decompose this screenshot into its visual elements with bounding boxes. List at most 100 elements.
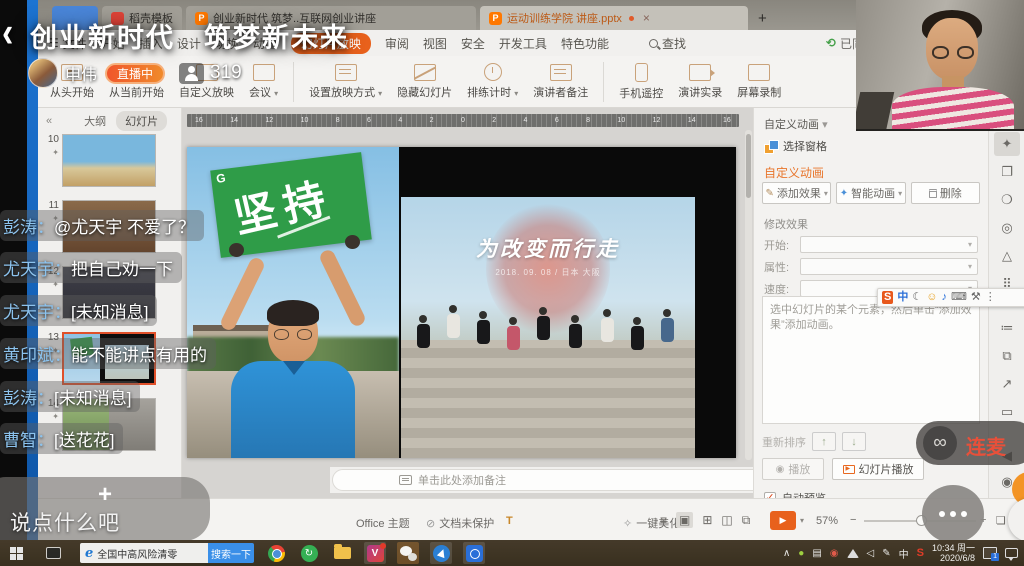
properties-icon[interactable]: ≔: [994, 316, 1020, 340]
animation-star-icon: ✦: [42, 412, 59, 421]
setup-show-button[interactable]: 设置放映方式 ▾: [305, 62, 386, 102]
search-go-button[interactable]: 搜索一下: [208, 543, 254, 563]
selection-pane-button[interactable]: 选择窗格: [764, 138, 827, 154]
green-app-icon[interactable]: ↻: [298, 542, 320, 564]
wifi-icon[interactable]: [847, 549, 859, 558]
start-row: 开始: ▾: [764, 236, 978, 253]
slide-thumbnail-10[interactable]: [62, 134, 156, 187]
chat-message[interactable]: 彭涛：[未知消息]: [0, 381, 140, 412]
share-icon[interactable]: ↗: [994, 372, 1020, 396]
outline-tab[interactable]: 大纲: [84, 113, 106, 129]
display-tray-icon[interactable]: ▤: [812, 548, 821, 559]
modify-effect-label: 修改效果: [764, 216, 808, 232]
animation-star-icon: ✦: [42, 148, 59, 157]
meeting-button[interactable]: 会议 ▾: [245, 62, 282, 102]
task-view-button[interactable]: [46, 547, 61, 559]
notification-count-icon[interactable]: 1: [983, 547, 997, 559]
tab-special-features[interactable]: 特色功能: [561, 35, 609, 52]
presenter-view-icon[interactable]: ⧉: [742, 513, 751, 528]
panel-title-dropdown[interactable]: 自定义动画 ▾: [764, 116, 828, 132]
tab-security[interactable]: 安全: [461, 35, 485, 52]
add-effect-button[interactable]: ✎添加效果▾: [762, 182, 831, 204]
close-tab-icon[interactable]: ×: [643, 11, 650, 25]
toolbox-icon: ⚒: [971, 292, 981, 303]
find-button[interactable]: 查找: [649, 35, 686, 52]
reading-view-icon[interactable]: ◫: [721, 513, 732, 527]
hidden-slide-icon: [414, 64, 436, 81]
chevron-down-icon[interactable]: ▾: [800, 516, 804, 525]
volume-icon[interactable]: ◁: [867, 548, 875, 559]
blue-app-icon[interactable]: [430, 542, 452, 564]
fit-window-icon[interactable]: ❏: [996, 514, 1006, 527]
horizontal-ruler[interactable]: 1614121086420246810121416: [187, 114, 739, 127]
layers-icon[interactable]: ⧉: [994, 344, 1020, 368]
move-down-button[interactable]: ↓: [842, 432, 866, 451]
office-theme-status[interactable]: Office 主题: [356, 515, 410, 531]
smart-animation-button[interactable]: ✦智能动画▾: [836, 182, 905, 204]
slide-canvas[interactable]: G 坚持: [187, 147, 736, 458]
collapse-panel-button[interactable]: «: [46, 115, 52, 127]
taskbar-search[interactable]: e 全国中高风险清零 搜索一下: [80, 543, 254, 563]
ime-mode-icon[interactable]: 中: [899, 546, 909, 561]
delete-effect-button[interactable]: 删除: [911, 182, 980, 204]
property-select[interactable]: ▾: [800, 258, 978, 275]
slides-tab[interactable]: 幻灯片: [116, 111, 167, 131]
wechat-icon[interactable]: [397, 542, 419, 564]
rehearse-timing-button[interactable]: 排练计时 ▾: [463, 61, 522, 102]
tab-doc2-active[interactable]: P 运动训练学院 讲座.pptx ×: [480, 6, 748, 30]
chat-message[interactable]: 曹智：[送花花]: [0, 423, 123, 454]
more-options-button[interactable]: [922, 485, 984, 543]
ink-icon[interactable]: △: [994, 244, 1020, 268]
slideshow-play-button[interactable]: 幻灯片播放: [832, 458, 924, 480]
speaker-notes-button[interactable]: 演讲者备注: [529, 62, 592, 102]
notes-toggle-icon[interactable]: ≡: [660, 513, 667, 527]
zoom-out-button[interactable]: −: [850, 514, 856, 526]
connect-mic-button[interactable]: ∞ 连麦: [916, 421, 1024, 465]
animation-pane-icon[interactable]: ✦: [994, 132, 1020, 156]
tab-view[interactable]: 视图: [423, 35, 447, 52]
selection-pane-icon[interactable]: ❐: [994, 160, 1020, 184]
start-select[interactable]: ▾: [800, 236, 978, 253]
antivirus-tray-icon[interactable]: ●: [798, 548, 804, 559]
start-button[interactable]: [10, 547, 23, 560]
chat-input[interactable]: + 说点什么吧: [0, 477, 210, 541]
play-button[interactable]: ◉播放: [762, 458, 824, 480]
screen-recorder-icon[interactable]: [463, 542, 485, 564]
streamer-avatar[interactable]: [28, 58, 58, 88]
slideshow-play-button[interactable]: ▶: [770, 511, 796, 530]
normal-view-icon[interactable]: ▣: [676, 512, 693, 528]
tab-developer[interactable]: 开发工具: [499, 35, 547, 52]
ime-toolbar[interactable]: S 中 ☾ ☺ ♪ ⌨ ⚒ ⋮: [877, 288, 1024, 307]
shapes-icon[interactable]: ❍: [994, 188, 1020, 212]
webcam-video[interactable]: [856, 0, 1024, 131]
zoom-level[interactable]: 57%: [816, 515, 838, 527]
add-button[interactable]: +: [98, 481, 112, 509]
file-explorer-icon[interactable]: [331, 542, 353, 564]
screen-record-button[interactable]: 屏幕录制: [733, 62, 785, 102]
new-tab-button[interactable]: +: [758, 10, 767, 30]
speech-record-button[interactable]: 演讲实录: [674, 62, 726, 102]
chat-message[interactable]: 黄印斌：能不能讲点有用的: [0, 338, 216, 369]
sogou-tray-icon[interactable]: S: [917, 547, 924, 559]
show-hidden-icons[interactable]: ∧: [783, 548, 790, 559]
phone-remote-button[interactable]: 手机遥控: [615, 61, 667, 103]
chat-message[interactable]: 尤天宇：[未知消息]: [0, 295, 157, 326]
viewers-icon[interactable]: [179, 63, 204, 84]
settings-icon[interactable]: ◎: [994, 216, 1020, 240]
missing-fonts-status[interactable]: T: [506, 515, 517, 527]
hide-slide-button[interactable]: 隐藏幻灯片: [393, 62, 456, 102]
video-app-icon[interactable]: V: [364, 542, 386, 564]
document-protect-status[interactable]: ⊘ 文档未保护: [426, 515, 494, 531]
back-button[interactable]: ‹: [2, 9, 13, 58]
move-up-button[interactable]: ↑: [812, 432, 836, 451]
action-center-icon[interactable]: [1005, 548, 1018, 558]
chrome-icon[interactable]: [265, 542, 287, 564]
taskbar-clock[interactable]: 10:34 周一2020/6/8: [932, 543, 975, 563]
recording-tray-icon[interactable]: ◉: [830, 548, 839, 559]
chat-message[interactable]: 尤天宇：把自己劝一下: [0, 252, 182, 283]
canvas-scrollbar[interactable]: [745, 130, 752, 460]
pen-input-icon[interactable]: ✎: [882, 548, 890, 559]
chat-message[interactable]: 彭涛：@尤天宇 不爱了？: [0, 210, 204, 241]
tab-review[interactable]: 审阅: [385, 35, 409, 52]
slide-sorter-icon[interactable]: ⊞: [702, 513, 712, 527]
